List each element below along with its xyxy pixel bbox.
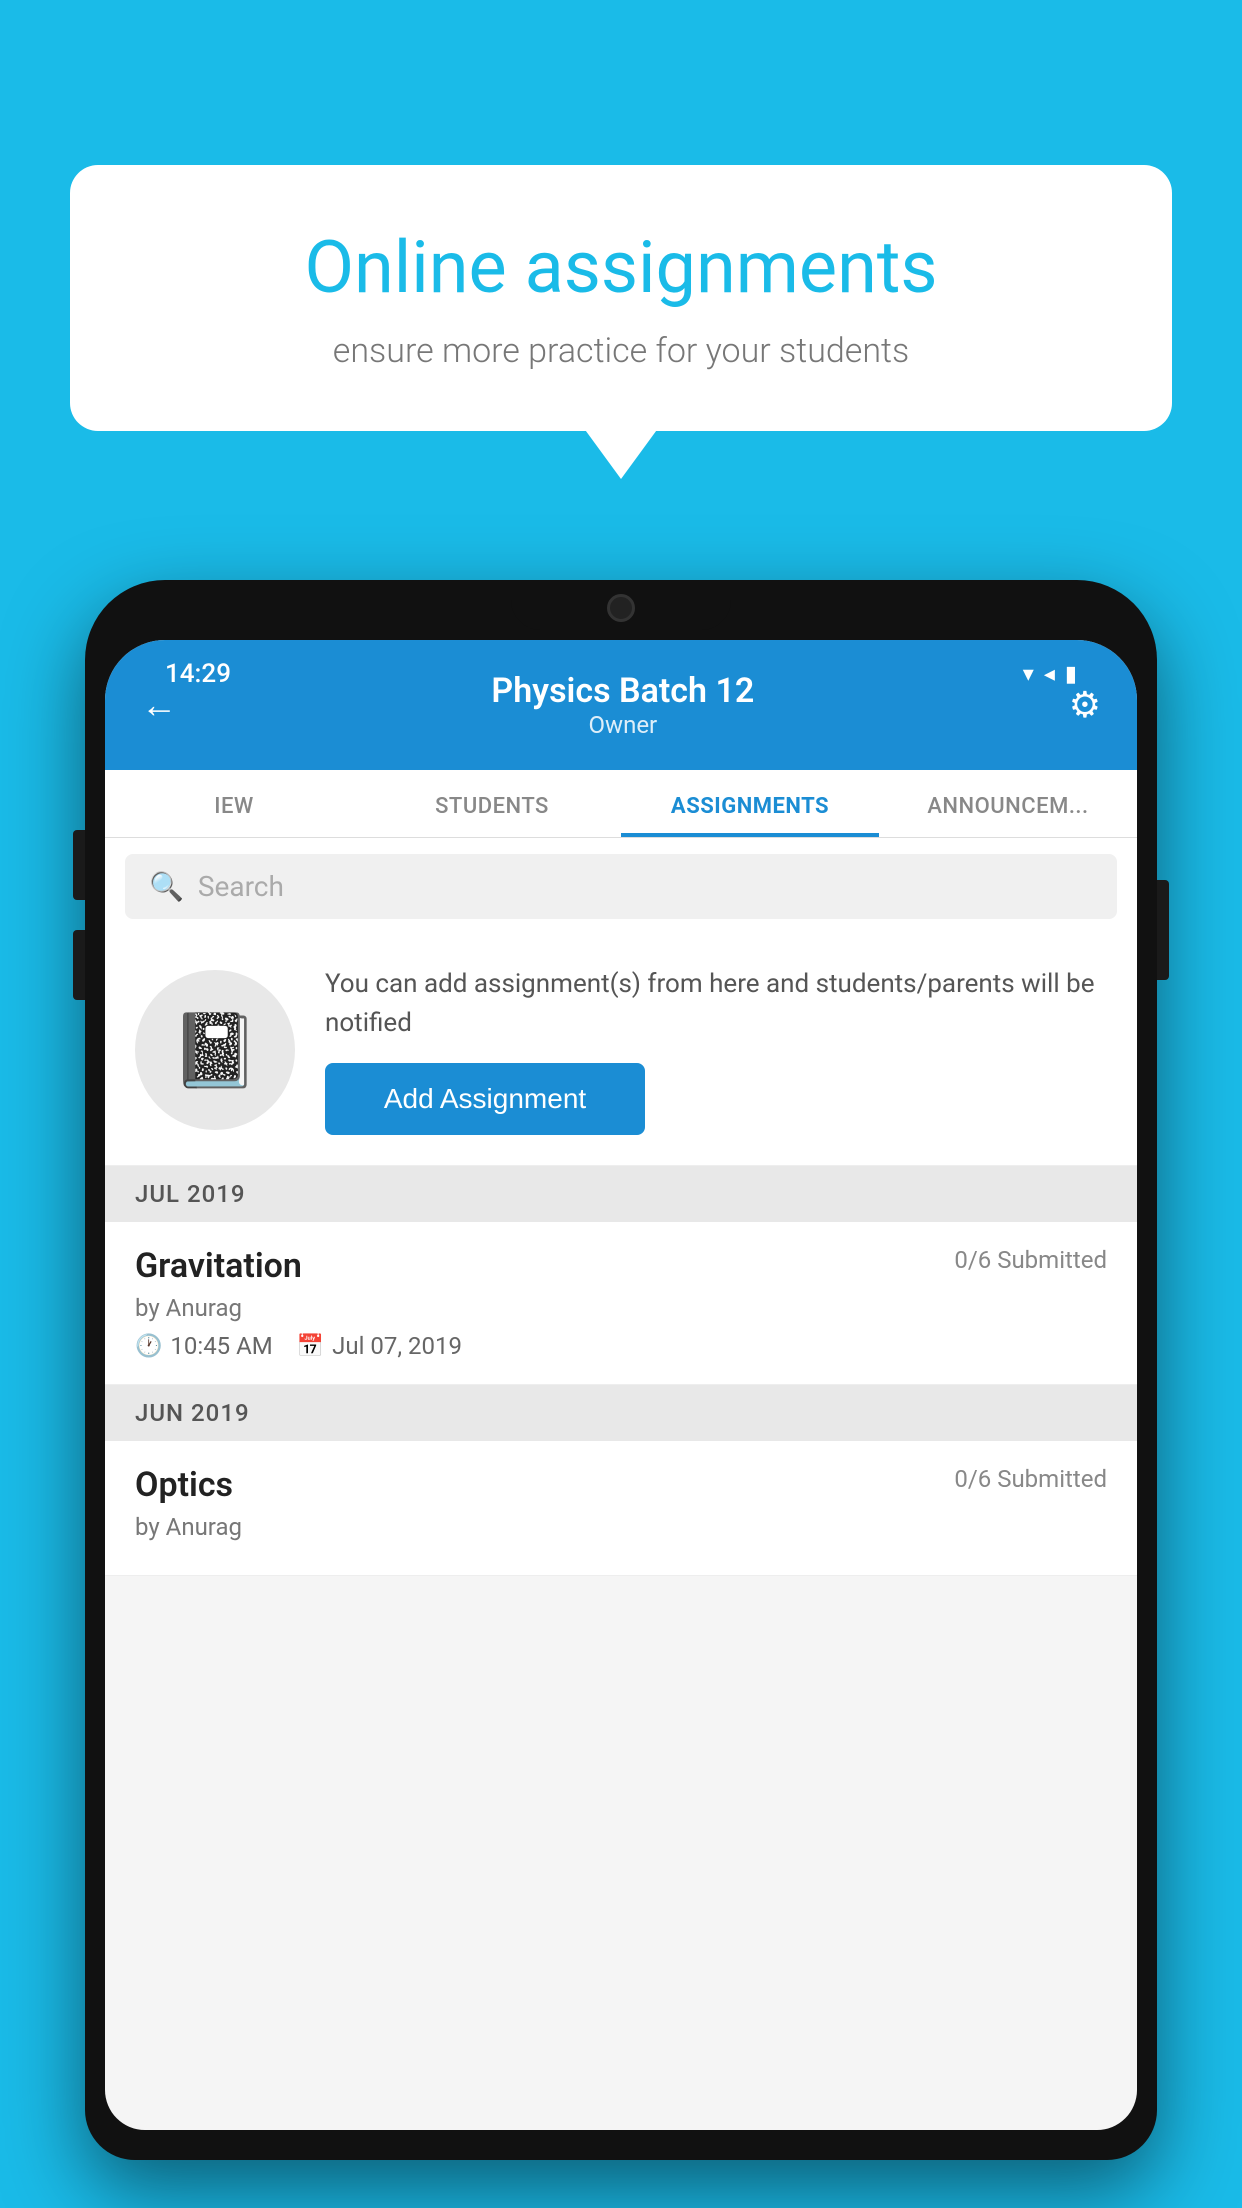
status-bar: 14:29 ▾ ◂ ▮	[145, 652, 1097, 696]
assignment-meta-gravitation: 🕐 10:45 AM 📅 Jul 07, 2019	[135, 1332, 1107, 1360]
phone-notch	[511, 580, 731, 630]
add-assignment-description: You can add assignment(s) from here and …	[325, 965, 1107, 1043]
calendar-icon: 📅	[297, 1334, 324, 1359]
section-month-label: JUL 2019	[135, 1180, 246, 1208]
tab-assignments[interactable]: ASSIGNMENTS	[621, 770, 879, 837]
speech-bubble-title: Online assignments	[140, 225, 1102, 311]
assignment-item-top: Gravitation 0/6 Submitted	[135, 1246, 1107, 1286]
wifi-icon: ▾	[1023, 662, 1034, 687]
battery-icon: ▮	[1065, 662, 1077, 687]
signal-icon: ◂	[1044, 662, 1055, 687]
assignment-item-top-optics: Optics 0/6 Submitted	[135, 1465, 1107, 1505]
add-assignment-section: 📓 You can add assignment(s) from here an…	[105, 935, 1137, 1166]
tab-announcements[interactable]: ANNOUNCEM...	[879, 770, 1137, 837]
assignment-author-gravitation: by Anurag	[135, 1294, 1107, 1322]
speech-bubble-subtitle: ensure more practice for your students	[140, 331, 1102, 371]
search-placeholder: Search	[198, 870, 284, 903]
add-assignment-button[interactable]: Add Assignment	[325, 1063, 645, 1135]
search-container: 🔍 Search	[105, 838, 1137, 935]
assignment-date-gravitation: 📅 Jul 07, 2019	[297, 1332, 462, 1360]
assignment-submitted-optics: 0/6 Submitted	[954, 1465, 1107, 1493]
assignment-name-gravitation: Gravitation	[135, 1246, 302, 1286]
phone-side-button-right	[1157, 880, 1169, 980]
clock-icon: 🕐	[135, 1334, 162, 1359]
add-assignment-right: You can add assignment(s) from here and …	[325, 965, 1107, 1135]
search-icon: 🔍	[149, 870, 184, 903]
speech-bubble: Online assignments ensure more practice …	[70, 165, 1172, 431]
tab-students[interactable]: STUDENTS	[363, 770, 621, 837]
status-icons: ▾ ◂ ▮	[1023, 662, 1077, 687]
section-month-label-jun: JUN 2019	[135, 1399, 250, 1427]
assignment-item-optics[interactable]: Optics 0/6 Submitted by Anurag	[105, 1441, 1137, 1576]
time-value: 10:45 AM	[170, 1332, 272, 1360]
section-jun-2019: JUN 2019	[105, 1385, 1137, 1441]
assignment-name-optics: Optics	[135, 1465, 233, 1505]
search-bar[interactable]: 🔍 Search	[125, 854, 1117, 919]
header-subtitle: Owner	[491, 711, 754, 739]
assignment-time-gravitation: 🕐 10:45 AM	[135, 1332, 273, 1360]
phone-camera	[607, 594, 635, 622]
speech-bubble-container: Online assignments ensure more practice …	[70, 165, 1172, 431]
phone-side-button-left-1	[73, 830, 85, 900]
phone-frame: 14:29 ▾ ◂ ▮ ← Physics Batch 12 Owner ⚙	[85, 580, 1157, 2160]
tab-bar: IEW STUDENTS ASSIGNMENTS ANNOUNCEM...	[105, 770, 1137, 838]
section-jul-2019: JUL 2019	[105, 1166, 1137, 1222]
notebook-icon: 📓	[170, 1008, 260, 1093]
assignment-author-optics: by Anurag	[135, 1513, 1107, 1541]
assignment-item-gravitation[interactable]: Gravitation 0/6 Submitted by Anurag 🕐 10…	[105, 1222, 1137, 1385]
tab-iew[interactable]: IEW	[105, 770, 363, 837]
assignment-icon-circle: 📓	[135, 970, 295, 1130]
assignment-submitted-gravitation: 0/6 Submitted	[954, 1246, 1107, 1274]
status-time: 14:29	[165, 659, 231, 689]
date-value: Jul 07, 2019	[332, 1332, 462, 1360]
phone-container: 14:29 ▾ ◂ ▮ ← Physics Batch 12 Owner ⚙	[85, 580, 1157, 2208]
phone-side-button-left-2	[73, 930, 85, 1000]
phone-screen: 14:29 ▾ ◂ ▮ ← Physics Batch 12 Owner ⚙	[105, 640, 1137, 2130]
